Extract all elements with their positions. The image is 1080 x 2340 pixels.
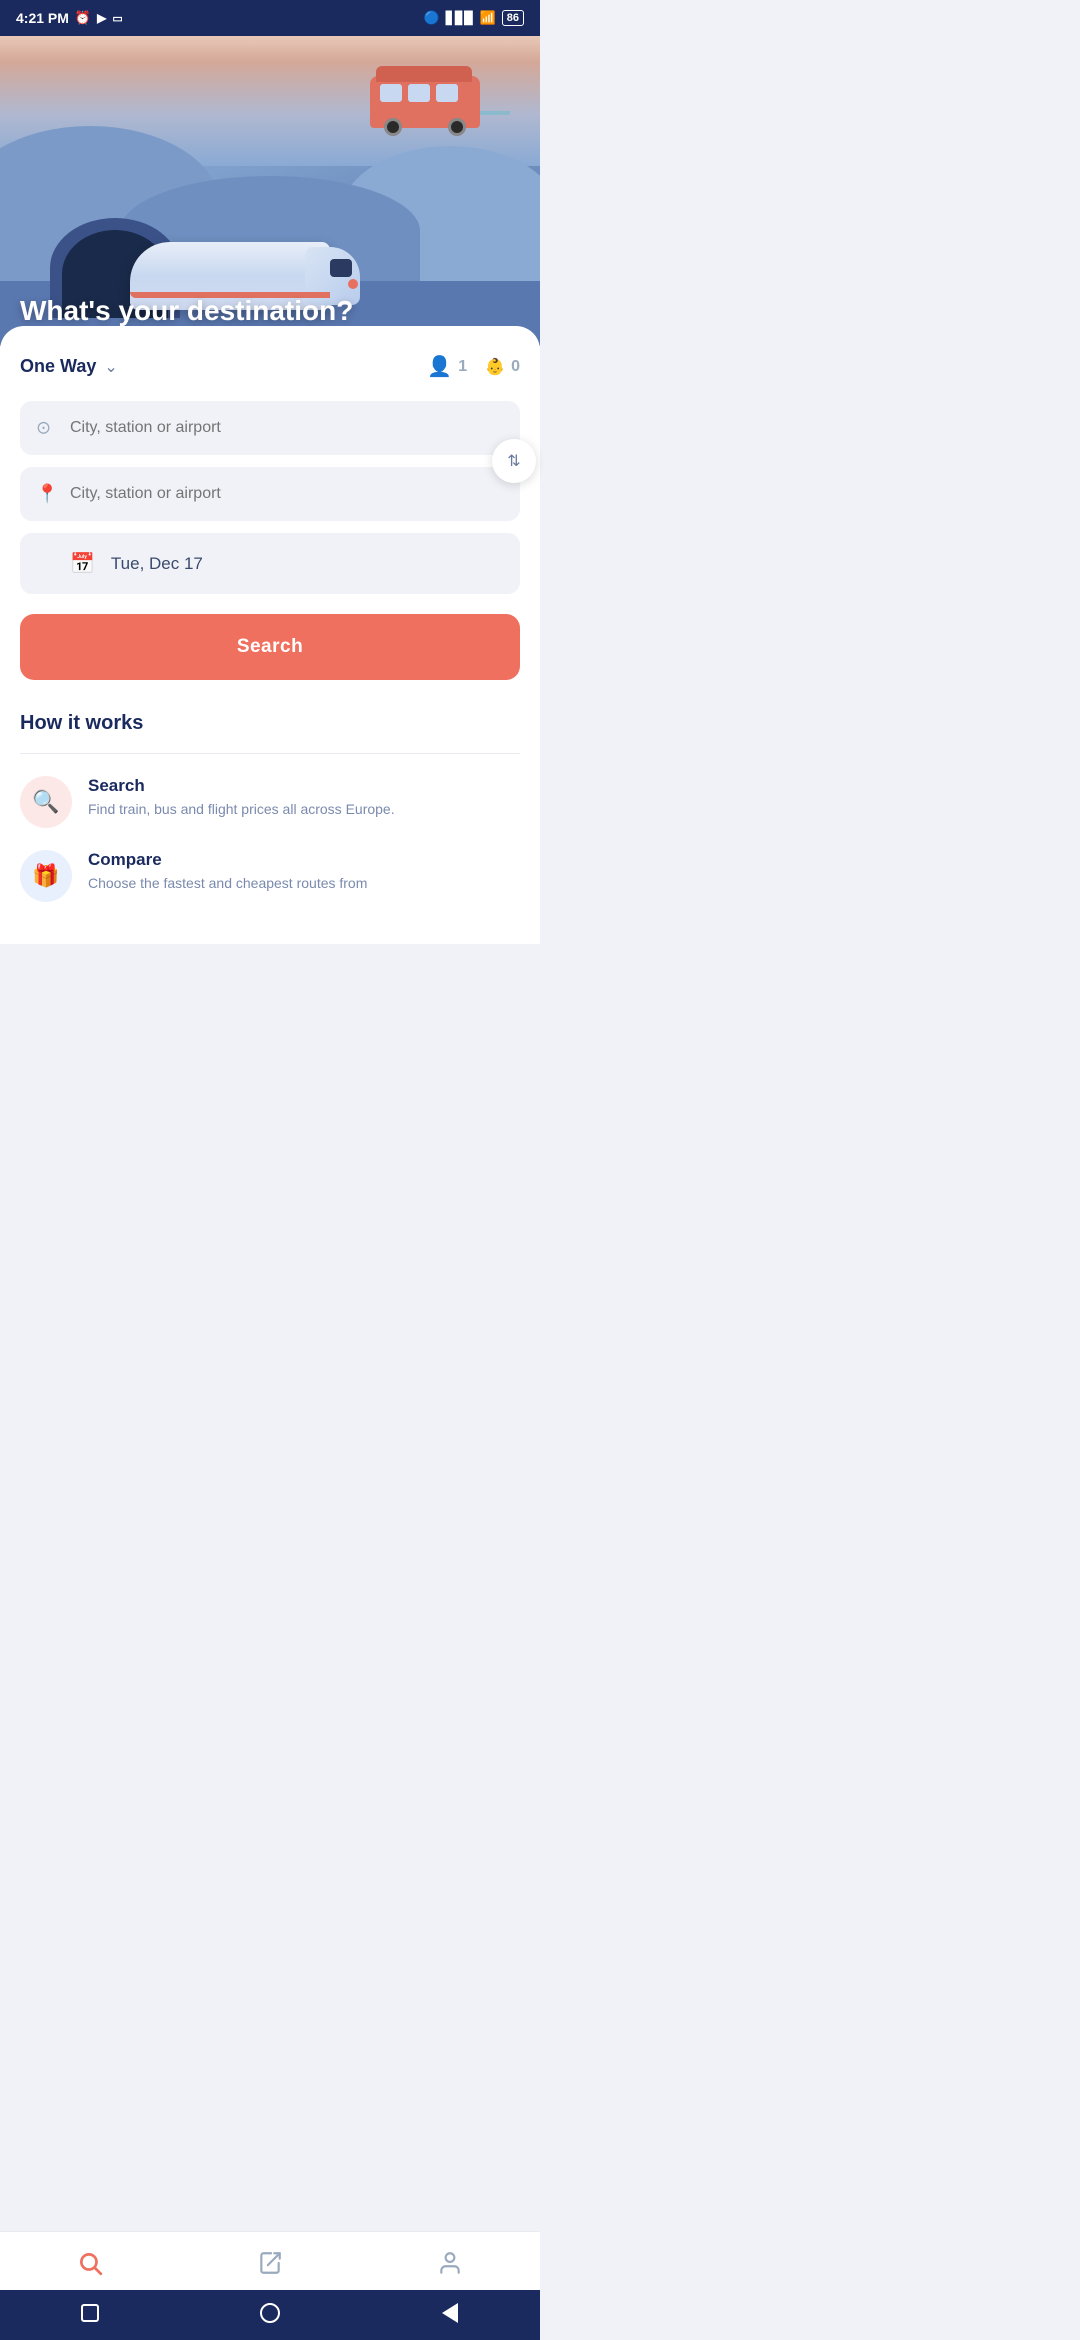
destination-input-group: 📍 — [20, 467, 520, 521]
chevron-down-icon: ⌄ — [104, 357, 117, 377]
bus-window-1 — [380, 84, 402, 102]
bus-body — [370, 76, 480, 128]
trip-type-label: One Way — [20, 356, 96, 377]
child-count: 0 — [511, 358, 520, 376]
bus-wheel-2 — [448, 118, 466, 136]
how-compare-desc: Choose the fastest and cheapest routes f… — [88, 874, 367, 894]
location-inputs-wrapper: ⊙ ⇅ 📍 — [20, 401, 520, 521]
status-time: 4:21 PM — [16, 10, 69, 26]
trip-type-selector[interactable]: One Way ⌄ — [20, 356, 118, 377]
train-window — [330, 259, 352, 277]
child-passenger-item[interactable]: 👶 0 — [485, 357, 520, 377]
screen-icon: ▭ — [112, 12, 122, 25]
status-bar: 4:21 PM ⏰ ▶ ▭ 🔵 ▋▊▉ 📶 86 — [0, 0, 540, 36]
train-light — [348, 279, 358, 289]
adult-passenger-item[interactable]: 👤 1 — [427, 354, 467, 379]
origin-input-group: ⊙ — [20, 401, 520, 455]
how-it-works-title: How it works — [20, 712, 520, 735]
search-button[interactable]: Search — [20, 614, 520, 680]
destination-pin-icon: 📍 — [36, 484, 58, 505]
status-left: 4:21 PM ⏰ ▶ ▭ — [16, 10, 123, 26]
passengers-row: 👤 1 👶 0 — [427, 354, 520, 379]
how-compare-icon-wrap: 🎁 — [20, 850, 72, 902]
how-search-title: Search — [88, 776, 395, 796]
nav-search[interactable] — [57, 2244, 123, 2282]
calendar-icon: 📅 — [70, 551, 95, 576]
adult-icon: 👤 — [427, 354, 452, 379]
android-home-button[interactable] — [259, 2302, 281, 2324]
swap-icon: ⇅ — [507, 451, 520, 471]
how-compare-text: Compare Choose the fastest and cheapest … — [88, 850, 367, 894]
bus-window-2 — [408, 84, 430, 102]
how-search-text: Search Find train, bus and flight prices… — [88, 776, 395, 820]
adult-count: 1 — [458, 358, 467, 376]
origin-input[interactable] — [20, 401, 520, 455]
android-nav-bar — [0, 2290, 540, 2340]
date-value: Tue, Dec 17 — [111, 554, 203, 574]
bus-window-3 — [436, 84, 458, 102]
child-icon: 👶 — [485, 357, 505, 377]
bus-illustration — [370, 76, 480, 128]
bus-roof — [376, 66, 472, 82]
nav-tickets[interactable] — [237, 2244, 303, 2282]
hero-title: What's your destination? — [20, 294, 353, 328]
how-search-icon-wrap: 🔍 — [20, 776, 72, 828]
divider — [20, 753, 520, 754]
wifi-icon: 📶 — [480, 10, 496, 26]
android-back-button[interactable] — [439, 2302, 461, 2324]
origin-dot-icon: ⊙ — [36, 418, 51, 439]
nav-tickets-icon — [257, 2250, 283, 2276]
swap-button[interactable]: ⇅ — [492, 439, 536, 483]
nav-search-icon — [77, 2250, 103, 2276]
main-content: One Way ⌄ 👤 1 👶 0 ⊙ ⇅ — [0, 326, 540, 944]
how-compare-icon: 🎁 — [32, 863, 59, 889]
nav-profile-icon — [437, 2250, 463, 2276]
how-compare-title: Compare — [88, 850, 367, 870]
signal-icon: ▋▊▉ — [446, 11, 474, 25]
nav-profile[interactable] — [417, 2244, 483, 2282]
alarm-icon: ⏰ — [75, 10, 91, 26]
destination-input[interactable] — [20, 467, 520, 521]
trip-type-row: One Way ⌄ 👤 1 👶 0 — [20, 354, 520, 379]
date-selector[interactable]: 📅 Tue, Dec 17 — [20, 533, 520, 594]
bus-wheel-1 — [384, 118, 402, 136]
status-right: 🔵 ▋▊▉ 📶 86 — [424, 10, 524, 26]
back-icon — [442, 2303, 458, 2323]
how-item-compare: 🎁 Compare Choose the fastest and cheapes… — [20, 850, 520, 902]
bottom-nav — [0, 2231, 540, 2290]
hero-section: What's your destination? — [0, 36, 540, 346]
recent-icon — [81, 2304, 99, 2322]
task-icon: ▶ — [97, 11, 106, 25]
android-recent-button[interactable] — [79, 2302, 101, 2324]
how-search-icon: 🔍 — [32, 789, 59, 815]
bluetooth-icon: 🔵 — [424, 10, 440, 26]
how-search-desc: Find train, bus and flight prices all ac… — [88, 800, 395, 820]
battery-indicator: 86 — [502, 10, 524, 26]
how-item-search: 🔍 Search Find train, bus and flight pric… — [20, 776, 520, 828]
home-icon — [260, 2303, 280, 2323]
